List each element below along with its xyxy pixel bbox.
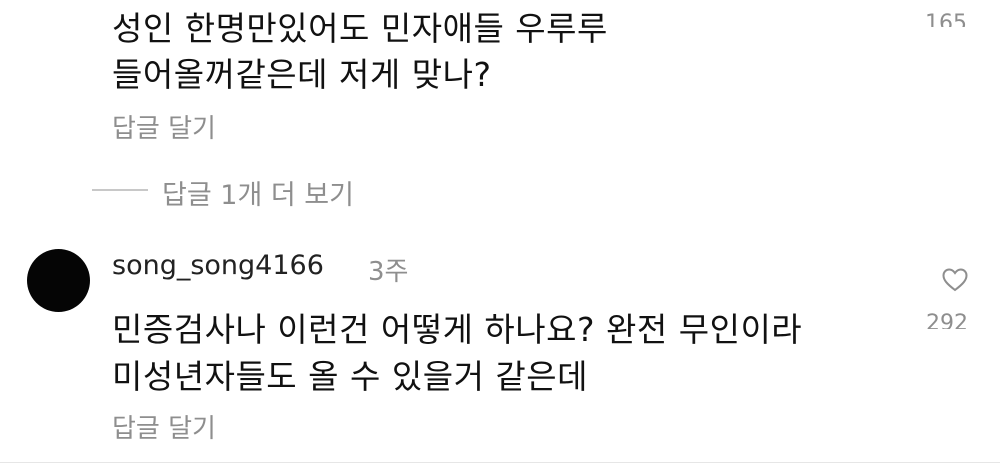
view-more-replies-button[interactable]: 답글 1개 더 보기 <box>162 173 354 212</box>
comment-username[interactable]: song_song4166 <box>112 250 324 281</box>
divider <box>0 462 1000 463</box>
comment-text-line: 미성년자들도 올 수 있을거 같은데 <box>112 357 588 396</box>
avatar[interactable] <box>27 249 90 312</box>
like-count-clip: 292 <box>926 313 986 329</box>
comment-text-line: 성인 한명만있어도 민자애들 우루루 <box>112 9 608 48</box>
replies-divider <box>92 189 148 191</box>
reply-button[interactable]: 답글 달기 <box>112 408 216 445</box>
comment-text-line: 들어올꺼같은데 저게 맞나? <box>112 55 492 94</box>
reply-button[interactable]: 답글 달기 <box>112 108 216 145</box>
comment-timestamp: 3주 <box>368 257 409 287</box>
like-count: 165 <box>925 11 967 27</box>
like-count: 292 <box>926 313 968 329</box>
like-count-clip: 165 <box>925 9 985 27</box>
heart-outline-icon[interactable] <box>942 268 968 292</box>
comment-text-line: 민증검사나 이런건 어떻게 하나요? 완전 무인이라 <box>112 310 803 349</box>
